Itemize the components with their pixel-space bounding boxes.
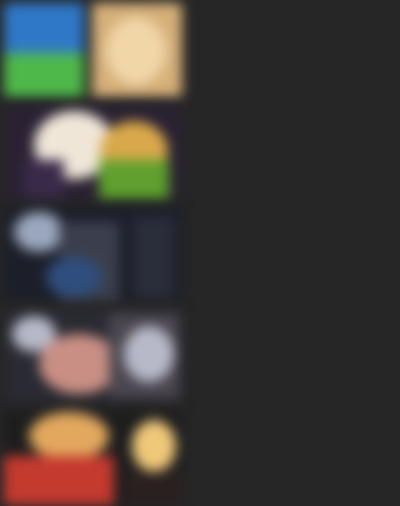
thumbnail-image — [4, 3, 182, 97]
list-item[interactable] — [0, 0, 400, 100]
thumbnail-image — [4, 105, 182, 199]
thumbnail-image — [4, 207, 182, 301]
video-thumbnail[interactable] — [4, 411, 182, 505]
thumbnail-image — [4, 411, 182, 505]
list-item[interactable] — [0, 102, 400, 202]
video-thumbnail[interactable] — [4, 309, 182, 403]
list-item[interactable] — [0, 204, 400, 304]
list-item[interactable] — [0, 408, 400, 506]
list-item[interactable] — [0, 306, 400, 406]
thumbnail-image — [4, 309, 182, 403]
video-list — [0, 0, 400, 506]
video-thumbnail[interactable] — [4, 105, 182, 199]
video-thumbnail[interactable] — [4, 3, 182, 97]
video-thumbnail[interactable] — [4, 207, 182, 301]
